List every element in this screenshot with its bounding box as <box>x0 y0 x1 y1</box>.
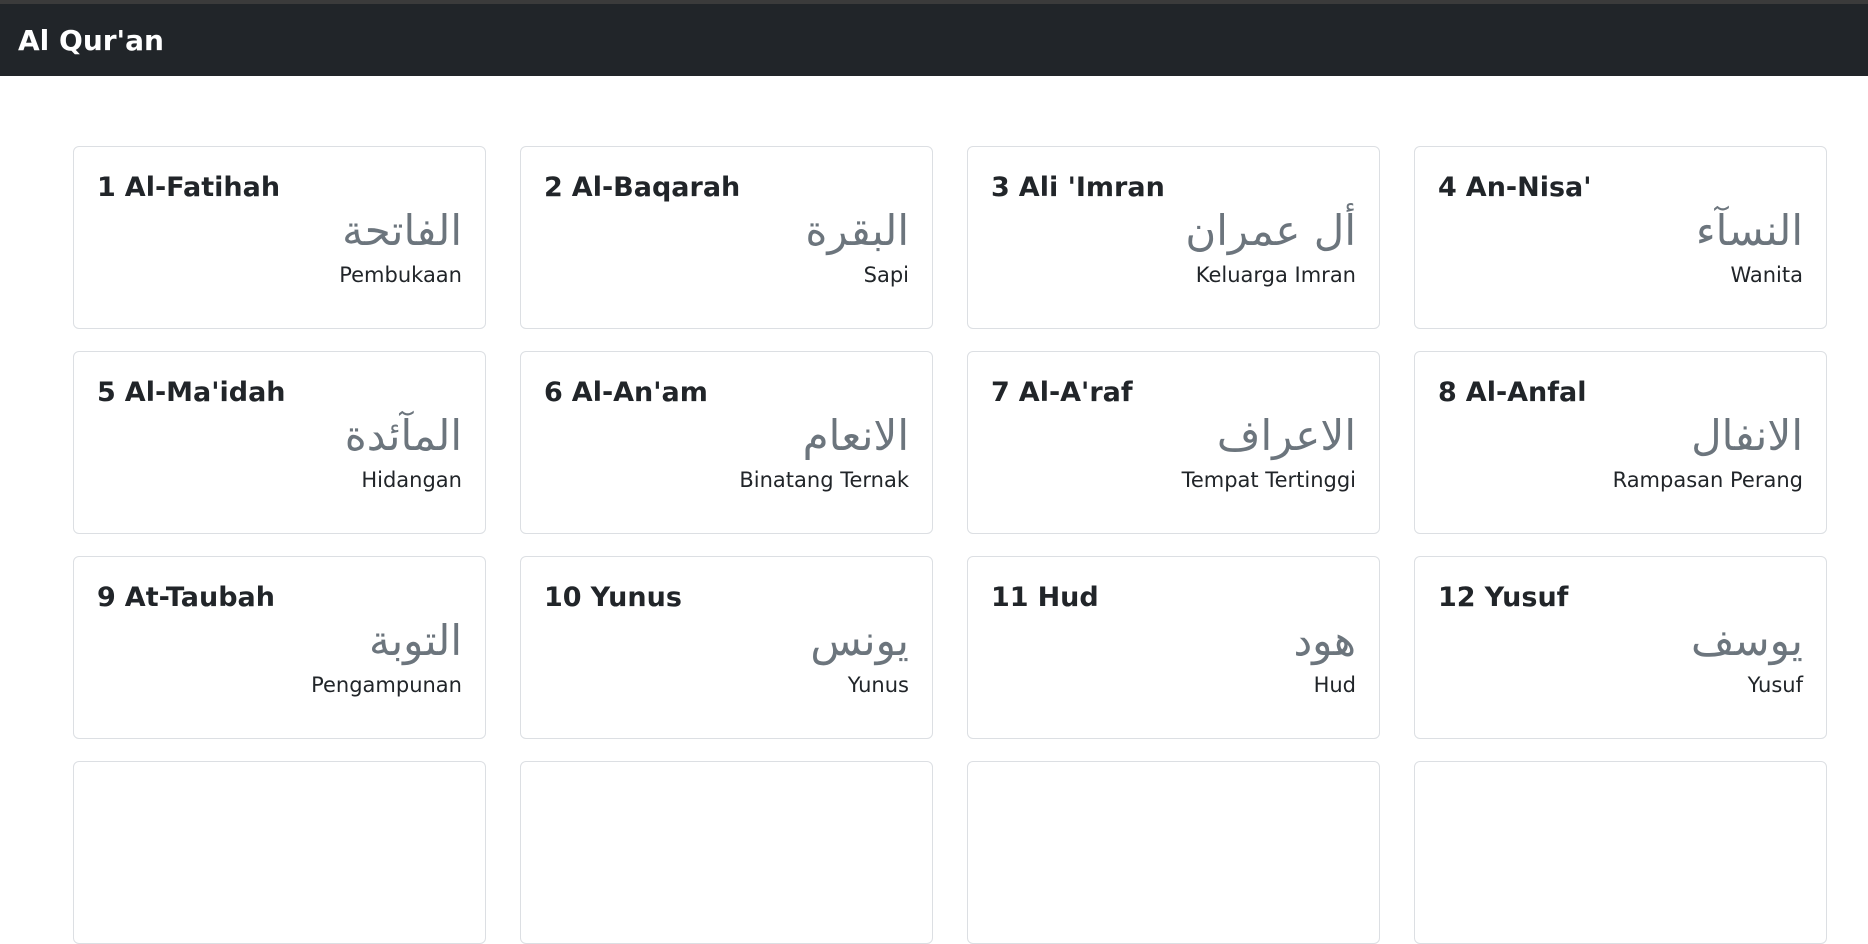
surah-arabic-name: التوبة <box>368 615 462 665</box>
surah-name: Al-Baqarah <box>571 172 741 203</box>
surah-card[interactable]: 8 Al-Anfal الانفال Rampasan Perang <box>1414 351 1827 534</box>
surah-number: 5 <box>97 377 116 408</box>
surah-title: 11 Hud <box>991 583 1356 613</box>
surah-number: 12 <box>1438 582 1476 613</box>
navbar-brand[interactable]: Al Qur'an <box>18 24 164 57</box>
surah-number: 6 <box>544 377 563 408</box>
surah-name: Yusuf <box>1484 582 1569 613</box>
surah-number: 7 <box>991 377 1010 408</box>
surah-card[interactable]: 2 Al-Baqarah البقرة Sapi <box>520 146 933 329</box>
surah-title: 8 Al-Anfal <box>1438 378 1803 408</box>
surah-meaning: Yunus <box>847 672 909 697</box>
surah-name: Al-Fatihah <box>124 172 281 203</box>
navbar: Al Qur'an <box>0 4 1868 76</box>
surah-title: 5 Al-Ma'idah <box>97 378 462 408</box>
surah-arabic-name: هود <box>1293 615 1356 665</box>
surah-meaning: Hud <box>1313 672 1356 697</box>
surah-meaning: Hidangan <box>361 467 462 492</box>
surah-title: 9 At-Taubah <box>97 583 462 613</box>
surah-number: 11 <box>991 582 1029 613</box>
surah-number: 2 <box>544 172 563 203</box>
surah-title: 12 Yusuf <box>1438 583 1803 613</box>
surah-number: 3 <box>991 172 1010 203</box>
surah-number: 8 <box>1438 377 1457 408</box>
surah-arabic-name: الفاتحة <box>342 205 462 255</box>
surah-card[interactable]: 11 Hud هود Hud <box>967 556 1380 739</box>
surah-title: 7 Al-A'raf <box>991 378 1356 408</box>
surah-meaning: Pengampunan <box>311 672 462 697</box>
surah-arabic-name: يوسف <box>1690 615 1803 665</box>
surah-arabic-name: الانفال <box>1691 410 1803 460</box>
surah-number: 1 <box>97 172 116 203</box>
surah-meaning: Keluarga Imran <box>1195 262 1356 287</box>
surah-card[interactable]: 1 Al-Fatihah الفاتحة Pembukaan <box>73 146 486 329</box>
surah-card[interactable] <box>967 761 1380 944</box>
surah-name: Hud <box>1037 582 1099 613</box>
surah-card[interactable]: 4 An-Nisa' النسآء Wanita <box>1414 146 1827 329</box>
surah-arabic-name: البقرة <box>805 205 909 255</box>
surah-arabic-name: الانعام <box>802 410 909 460</box>
surah-number: 4 <box>1438 172 1457 203</box>
surah-name: Al-Anfal <box>1465 377 1587 408</box>
surah-card[interactable] <box>1414 761 1827 944</box>
surah-meaning: Binatang Ternak <box>739 467 909 492</box>
surah-card[interactable]: 3 Ali 'Imran أل عمران Keluarga Imran <box>967 146 1380 329</box>
surah-arabic-name: أل عمران <box>1185 205 1356 255</box>
surah-name: Al-A'raf <box>1018 377 1133 408</box>
surah-number: 9 <box>97 582 116 613</box>
surah-card[interactable]: 7 Al-A'raf الاعراف Tempat Tertinggi <box>967 351 1380 534</box>
surah-meaning: Yusuf <box>1747 672 1803 697</box>
surah-title: 10 Yunus <box>544 583 909 613</box>
surah-card[interactable] <box>520 761 933 944</box>
surah-card[interactable]: 9 At-Taubah التوبة Pengampunan <box>73 556 486 739</box>
surah-card[interactable]: 5 Al-Ma'idah المآئدة Hidangan <box>73 351 486 534</box>
surah-title: 2 Al-Baqarah <box>544 173 909 203</box>
surah-card[interactable] <box>73 761 486 944</box>
surah-card[interactable]: 6 Al-An'am الانعام Binatang Ternak <box>520 351 933 534</box>
surah-meaning: Sapi <box>863 262 909 287</box>
surah-title: 4 An-Nisa' <box>1438 173 1803 203</box>
surah-meaning: Wanita <box>1730 262 1803 287</box>
surah-arabic-name: يونس <box>810 615 909 665</box>
surah-name: Al-Ma'idah <box>124 377 286 408</box>
surah-title: 3 Ali 'Imran <box>991 173 1356 203</box>
surah-name: Al-An'am <box>571 377 708 408</box>
surah-meaning: Tempat Tertinggi <box>1181 467 1356 492</box>
surah-name: Ali 'Imran <box>1018 172 1165 203</box>
surah-title: 1 Al-Fatihah <box>97 173 462 203</box>
surah-arabic-name: المآئدة <box>344 410 462 460</box>
surah-card[interactable]: 10 Yunus يونس Yunus <box>520 556 933 739</box>
surah-meaning: Pembukaan <box>339 262 462 287</box>
surah-name: An-Nisa' <box>1465 172 1592 203</box>
surah-number: 10 <box>544 582 582 613</box>
surah-meaning: Rampasan Perang <box>1612 467 1803 492</box>
surah-name: At-Taubah <box>124 582 275 613</box>
surah-grid: 1 Al-Fatihah الفاتحة Pembukaan 2 Al-Baqa… <box>73 146 1827 944</box>
surah-name: Yunus <box>590 582 682 613</box>
surah-card[interactable]: 12 Yusuf يوسف Yusuf <box>1414 556 1827 739</box>
surah-title: 6 Al-An'am <box>544 378 909 408</box>
surah-arabic-name: النسآء <box>1695 205 1803 255</box>
surah-arabic-name: الاعراف <box>1216 410 1356 460</box>
